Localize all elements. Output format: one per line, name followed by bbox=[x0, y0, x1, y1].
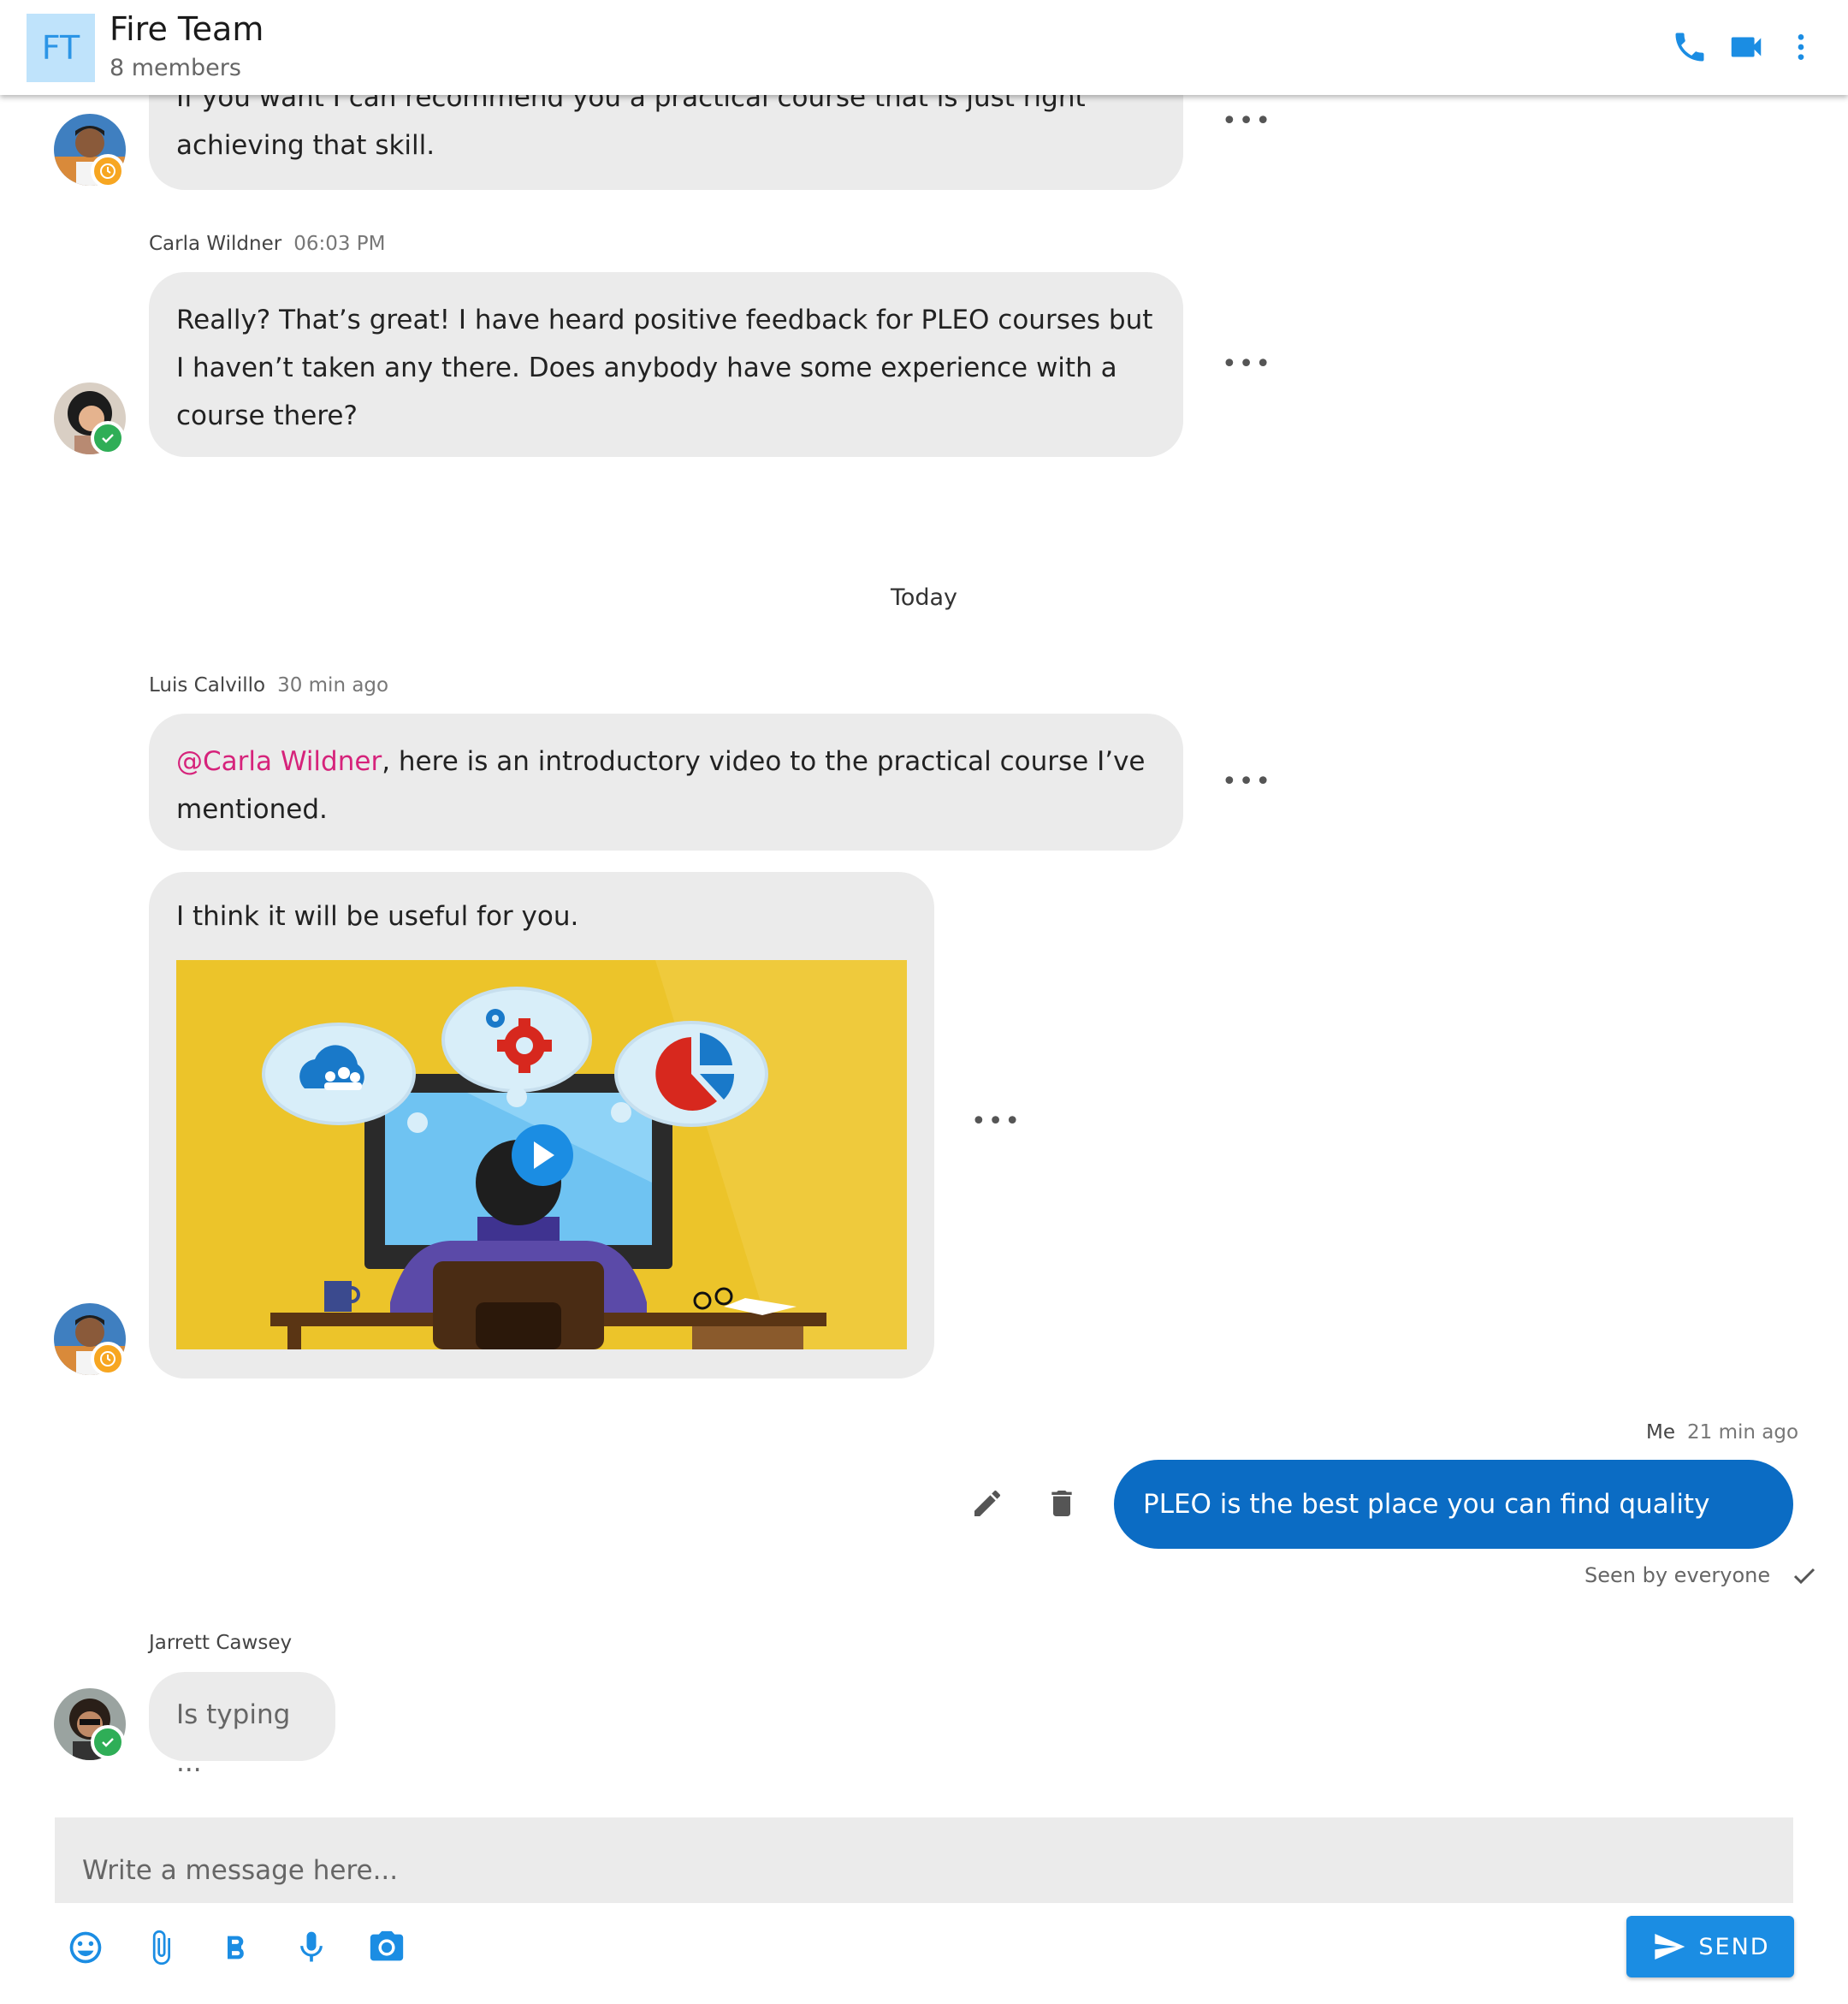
chat-header: FT Fire Team 8 members bbox=[0, 0, 1848, 95]
online-status-icon bbox=[91, 1725, 125, 1759]
check-icon bbox=[1793, 1568, 1815, 1585]
member-count[interactable]: 8 members bbox=[110, 55, 241, 81]
phone-icon[interactable] bbox=[1668, 26, 1711, 68]
author-name: Me bbox=[1646, 1421, 1675, 1444]
message-text: PLEO is the best place you can find qual… bbox=[1143, 1489, 1710, 1609]
message-more-icon[interactable]: ••• bbox=[1222, 349, 1272, 379]
message-input-placeholder: Write a message here... bbox=[82, 1855, 399, 1886]
message-meta: Carla Wildner 06:03 PM bbox=[149, 233, 386, 255]
chat-thread: If you want I can recommend you a practi… bbox=[0, 0, 1848, 2004]
author-name: Jarrett Cawsey bbox=[149, 1632, 293, 1654]
message-input[interactable]: Write a message here... bbox=[55, 1817, 1793, 1903]
message-bubble: Really? That’s great! I have heard posit… bbox=[149, 272, 1183, 457]
message-time: 30 min ago bbox=[277, 674, 389, 697]
seen-status: Seen by everyone bbox=[1584, 1563, 1816, 1587]
delete-icon[interactable] bbox=[1041, 1483, 1082, 1524]
own-message-bubble: PLEO is the best place you can find qual… bbox=[1114, 1460, 1793, 1609]
online-status-icon bbox=[91, 421, 125, 455]
send-button[interactable]: SEND bbox=[1626, 1916, 1794, 1977]
away-status-icon bbox=[91, 154, 125, 188]
message-text: I think it will be useful for you. bbox=[176, 901, 579, 932]
typing-indicator: Is typing ... bbox=[149, 1672, 335, 1778]
seen-label: Seen by everyone bbox=[1584, 1563, 1771, 1587]
mention-link[interactable]: @Carla Wildner bbox=[176, 746, 382, 777]
day-separator: Today bbox=[890, 584, 958, 611]
message-meta: Me 21 min ago bbox=[1646, 1421, 1798, 1444]
message-meta: Luis Calvillo 30 min ago bbox=[149, 674, 388, 697]
message-more-icon[interactable]: ••• bbox=[971, 1106, 1022, 1136]
attach-icon[interactable] bbox=[139, 1925, 183, 1970]
message-time: 06:03 PM bbox=[293, 233, 386, 255]
message-meta: Jarrett Cawsey bbox=[149, 1632, 292, 1654]
video-camera-icon[interactable] bbox=[1725, 26, 1768, 68]
more-vertical-icon[interactable] bbox=[1780, 26, 1822, 68]
typing-text: Is typing ... bbox=[176, 1699, 291, 1778]
video-thumbnail[interactable] bbox=[176, 960, 907, 1349]
bold-icon[interactable] bbox=[214, 1925, 258, 1970]
team-avatar[interactable]: FT bbox=[27, 14, 95, 82]
page-title: Fire Team bbox=[110, 10, 264, 48]
microphone-icon[interactable] bbox=[289, 1925, 334, 1970]
message-time: 21 min ago bbox=[1687, 1421, 1799, 1444]
send-icon bbox=[1655, 1934, 1685, 1960]
author-name: Carla Wildner bbox=[149, 233, 282, 255]
emoji-icon[interactable] bbox=[63, 1925, 108, 1970]
message-more-icon[interactable]: ••• bbox=[1222, 767, 1272, 797]
message-text: Really? That’s great! I have heard posit… bbox=[176, 305, 1153, 431]
author-name: Luis Calvillo bbox=[149, 674, 266, 697]
away-status-icon bbox=[91, 1342, 125, 1376]
send-label: SEND bbox=[1698, 1933, 1770, 1960]
camera-icon[interactable] bbox=[364, 1925, 409, 1970]
edit-icon[interactable] bbox=[967, 1483, 1008, 1524]
message-bubble: @Carla Wildner, here is an introductory … bbox=[149, 714, 1183, 851]
message-more-icon[interactable]: ••• bbox=[1222, 106, 1272, 136]
